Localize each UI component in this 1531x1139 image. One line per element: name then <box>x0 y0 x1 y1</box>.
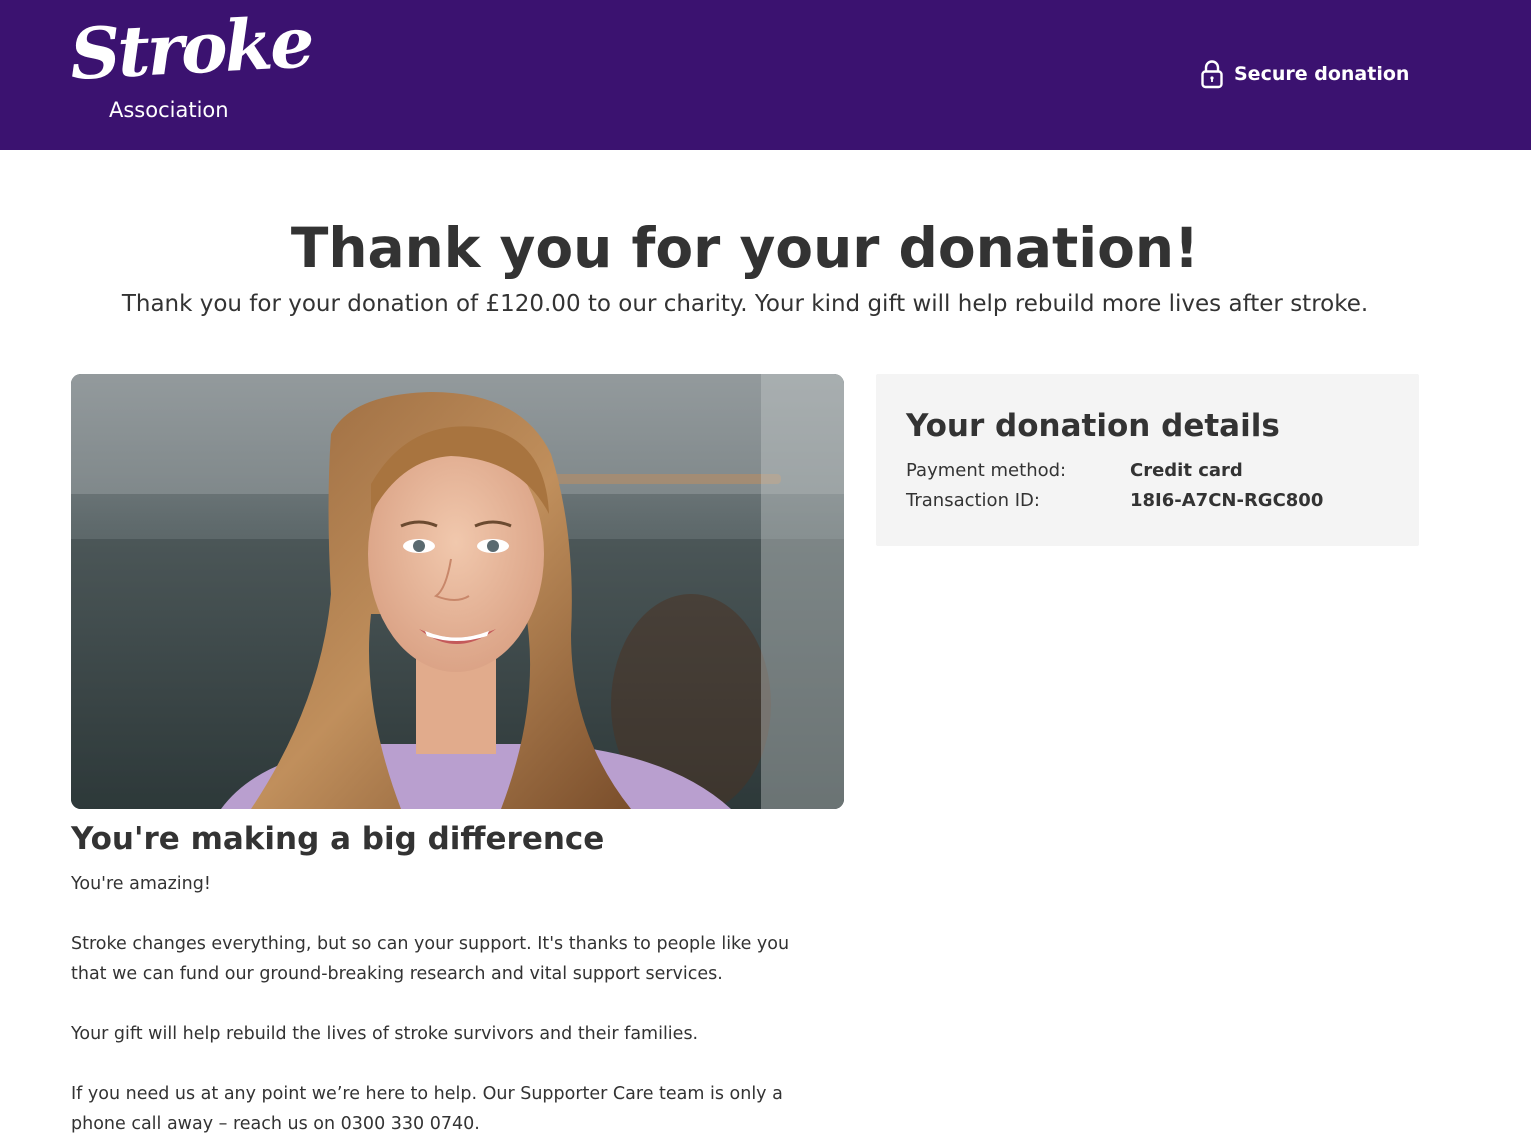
stroke-association-logo[interactable]: Stroke Association <box>68 0 314 128</box>
page-title: Thank you for your donation! <box>290 216 1200 280</box>
payment-method-row: Payment method: Credit card <box>906 456 1243 486</box>
site-header: Stroke Association Secure donation <box>0 0 1531 150</box>
body-paragraph-rebuild: Your gift will help rebuild the lives of… <box>71 1024 699 1044</box>
lock-icon <box>1200 59 1224 89</box>
body-paragraph-amazing: You're amazing! <box>71 874 211 894</box>
transaction-id-value: 18I6-A7CN-RGC800 <box>1130 490 1324 511</box>
secure-donation-indicator: Secure donation <box>1200 58 1409 90</box>
body-paragraph-support: Stroke changes everything, but so can yo… <box>71 934 790 984</box>
payment-method-value: Credit card <box>1130 460 1243 481</box>
body-paragraph-contact: If you need us at any point we’re here t… <box>71 1084 783 1134</box>
donation-details-title: Your donation details <box>906 408 1280 444</box>
difference-heading: You're making a big difference <box>71 821 605 857</box>
payment-method-label: Payment method: <box>906 460 1067 481</box>
transaction-id-label: Transaction ID: <box>906 490 1040 511</box>
hero-photo <box>71 374 844 809</box>
donation-details-card: Your donation details Payment method: Cre… <box>876 374 1419 546</box>
secure-donation-label: Secure donation <box>1234 63 1410 85</box>
page-subtitle: Thank you for your donation of £120.00 t… <box>121 291 1369 317</box>
transaction-id-row: Transaction ID: 18I6-A7CN-RGC800 <box>906 486 1323 516</box>
logo-subtitle: Association <box>109 98 229 122</box>
logo-wordmark: Stroke <box>67 0 314 96</box>
